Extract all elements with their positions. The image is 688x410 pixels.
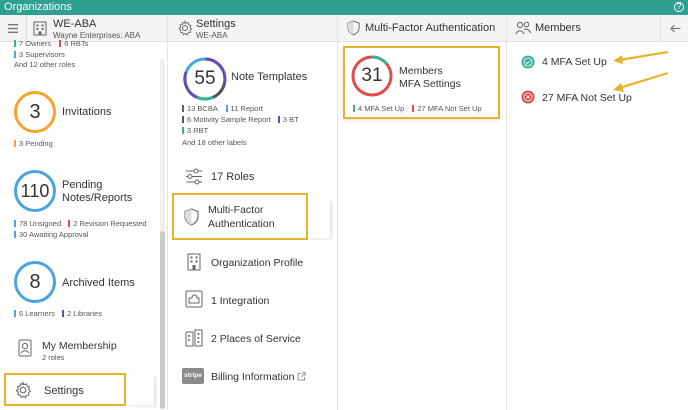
tag-supervisors: 3 Supervisors: [14, 50, 65, 59]
pending-count-ring: 110: [14, 170, 56, 212]
members-card-tags: 4 MFA Set Up 27 MFA Not Set Up: [353, 104, 482, 113]
settings-subtitle: WE-ABA: [196, 31, 228, 40]
organization-profile-label: Organization Profile: [211, 257, 304, 269]
org-scrollbar-thumb[interactable]: [160, 231, 165, 409]
back-arrow-icon[interactable]: [670, 24, 681, 33]
x-circle-icon: [521, 90, 535, 104]
billing-information-label: Billing Information: [211, 371, 295, 383]
tag-rbt: 3 RBT: [182, 126, 208, 135]
tag-mfa-not-set-up: 27 MFA Not Set Up: [412, 104, 482, 113]
note-tags-row2: 6 Motivity Sample Report 3 BT: [182, 115, 299, 124]
settings-label: Settings: [44, 385, 84, 397]
check-circle-icon: [521, 55, 535, 69]
building-icon: [187, 253, 201, 271]
sliders-icon: [186, 168, 202, 185]
pending-tags-row: 78 Unsigned 2 Revision Requested: [14, 219, 147, 228]
tag-learners: 6 Learners: [14, 309, 55, 318]
tag-motivity-sample: 6 Motivity Sample Report: [182, 115, 271, 124]
organization-name: WE-ABA: [53, 18, 97, 30]
note-templates-label: Note Templates: [231, 71, 308, 83]
tag-pending: 3 Pending: [14, 139, 53, 148]
archived-label: Archived Items: [62, 277, 135, 289]
tag-revision-requested: 2 Revision Requested: [68, 219, 147, 228]
members-card-line2: MFA Settings: [399, 78, 461, 90]
mfa-label-line1: Multi-Factor: [208, 204, 264, 216]
app-title: Organizations: [4, 1, 72, 13]
settings-item[interactable]: Settings: [4, 373, 126, 406]
annotation-arrow-icon: [613, 50, 669, 64]
note-templates-count: 55: [194, 68, 216, 89]
members-card-line1: Members: [399, 65, 443, 77]
archived-tags-row: 6 Learners 2 Libraries: [14, 309, 102, 318]
gear-icon: [15, 381, 32, 399]
annotation-arrow-icon: [613, 71, 669, 92]
shield-icon: [347, 20, 360, 36]
members-header: Members: [507, 15, 688, 42]
tag-report: 11 Report: [225, 104, 263, 113]
invitations-count-ring: 3: [14, 91, 56, 133]
settings-title: Settings: [196, 18, 236, 30]
other-roles-text: And 12 other roles: [14, 60, 76, 69]
multi-factor-authentication-item[interactable]: Multi-Factor Authentication: [172, 193, 308, 240]
tag-mfa-set-up: 4 MFA Set Up: [353, 104, 404, 113]
external-link-icon: [297, 372, 306, 381]
help-icon[interactable]: ?: [674, 2, 684, 12]
tag-awaiting-approval: 30 Awaiting Approval: [14, 230, 89, 239]
tag-owners: 7 Owners: [14, 39, 51, 48]
organization-building-icon: [33, 21, 47, 36]
integration-label: 1 Integration: [211, 295, 270, 307]
invitations-label: Invitations: [62, 106, 112, 118]
tag-unsigned: 78 Unsigned: [14, 219, 61, 228]
archived-count-ring: 8: [14, 261, 56, 303]
members-mfa-settings-card[interactable]: 31 Members MFA Settings 4 MFA Set Up 27 …: [343, 46, 500, 119]
settings-column: Settings WE-ABA 55 Note Templates 13 BCB…: [168, 15, 338, 410]
mfa-title: Multi-Factor Authentication: [365, 22, 496, 34]
roles-label: 17 Roles: [211, 171, 255, 183]
members-count: 31: [361, 65, 383, 86]
tag-bcba: 13 BCBA: [182, 104, 217, 113]
organization-column: WE-ABA Wayne Enterprises: ABA 7 Owners 6…: [0, 15, 168, 410]
mfa-label-line2: Authentication: [208, 218, 275, 230]
puzzle-icon: [185, 290, 203, 308]
my-membership-label: My Membership: [42, 340, 117, 352]
members-column: Members 4 MFA Set Up 27 MFA Not Set Up: [507, 15, 688, 410]
mfa-header: Multi-Factor Authentication: [338, 15, 506, 42]
stripe-logo: stripe: [182, 368, 204, 384]
members-title: Members: [535, 22, 581, 34]
settings-header: Settings WE-ABA: [168, 15, 337, 42]
organization-header: WE-ABA Wayne Enterprises: ABA: [0, 15, 167, 42]
tag-libraries: 2 Libraries: [61, 309, 102, 318]
note-tags-row1: 13 BCBA 11 Report: [182, 104, 263, 113]
places-of-service-label: 2 Places of Service: [211, 333, 301, 345]
buildings-icon: [185, 329, 203, 347]
mfa-column: Multi-Factor Authentication 31 Members M…: [338, 15, 507, 410]
mfa-not-set-up-label: 27 MFA Not Set Up: [542, 92, 632, 104]
my-membership-sub: 2 roles: [42, 353, 65, 362]
mfa-item-extension: [308, 200, 330, 238]
tag-rbts: 6 RBTs: [59, 39, 88, 48]
hamburger-icon[interactable]: [8, 24, 18, 33]
tag-bt: 3 BT: [277, 115, 299, 124]
pending-label-line1: Pending: [62, 179, 103, 191]
gear-icon: [178, 20, 193, 36]
app-title-bar: Organizations ?: [0, 0, 688, 15]
settings-item-extension: [126, 375, 154, 405]
top-role-tags: 7 Owners 6 RBTs: [14, 39, 88, 48]
other-labels-text: And 18 other labels: [182, 138, 247, 147]
person-badge-icon: [18, 339, 32, 357]
pending-label-line2: Notes/Reports: [62, 192, 133, 204]
people-icon: [515, 21, 532, 35]
shield-icon: [184, 208, 199, 226]
mfa-set-up-label: 4 MFA Set Up: [542, 56, 607, 68]
